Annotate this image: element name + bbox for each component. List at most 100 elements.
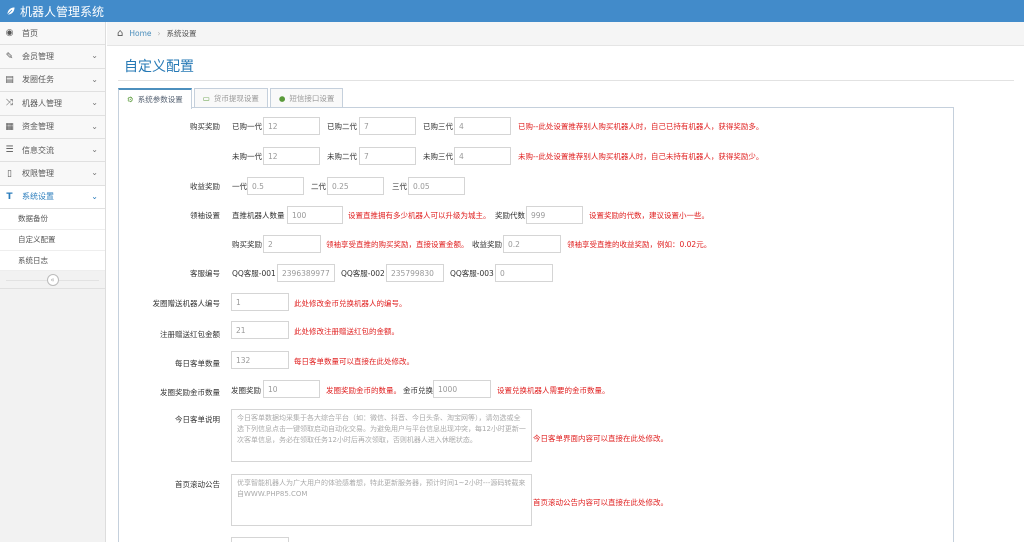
- unbought-gen3-input[interactable]: 4: [454, 147, 511, 165]
- leaf-icon: [6, 6, 16, 16]
- book-icon: ▤: [5, 74, 14, 85]
- daily-orders-input[interactable]: 132: [231, 351, 289, 369]
- service-1-input[interactable]: 2396389977: [277, 264, 335, 282]
- sidebar-item-label: 权限管理: [22, 169, 54, 179]
- coins-reward-input[interactable]: 10: [263, 380, 320, 398]
- dashboard-icon: ◉: [5, 28, 14, 39]
- file-icon: ▯: [7, 168, 12, 179]
- bought-gen1-label: 已购一代: [232, 122, 262, 131]
- sidebar-item-tasks[interactable]: ▤ 发圈任务 ⌄: [0, 68, 105, 93]
- chevron-down-icon: ⌄: [91, 144, 98, 154]
- tab-label: 货币提现设置: [213, 94, 259, 103]
- sidebar-subitem-backup[interactable]: 数据备份: [0, 209, 105, 230]
- coins-exchange-label: 金币兑换: [403, 386, 433, 395]
- leader-label: 领袖设置: [190, 211, 220, 220]
- sidebar-item-funds[interactable]: ▦ 资金管理 ⌄: [0, 115, 105, 139]
- service-1-label: QQ客服-001: [232, 269, 276, 278]
- leader-gen-note: 设置奖励的代数，建议设置小一些。: [589, 211, 709, 220]
- service-3-input[interactable]: 0: [495, 264, 553, 282]
- sidebar-item-permissions[interactable]: ▯ 权限管理 ⌄: [0, 162, 105, 186]
- tab-label: 系统参数设置: [137, 95, 183, 104]
- today-desc-note: 今日客单界面内容可以直接在此处修改。: [533, 434, 668, 443]
- collapse-icon[interactable]: «: [46, 273, 59, 286]
- purchase-reward-label: 购买奖励: [190, 122, 220, 131]
- tab-sms[interactable]: ● 短信接口设置: [269, 88, 344, 108]
- income-gen2-label: 二代: [311, 182, 326, 191]
- sidebar-item-label: 机器人管理: [22, 98, 62, 108]
- sidebar-subitem-system-log[interactable]: 系统日志: [0, 250, 105, 272]
- bought-gen2-label: 已购二代: [327, 122, 357, 131]
- unbought-gen1-input[interactable]: 12: [263, 147, 320, 165]
- chevron-down-icon: ⌄: [91, 191, 98, 201]
- tab-bar: ⚙ 系统参数设置 ▭ 货币提现设置 ● 短信接口设置: [118, 88, 345, 109]
- coins-reward-note: 发圈奖励金币的数量。: [326, 386, 401, 395]
- sidebar: ◉ 首页 ✎ 会员管理 ⌄ ▤ 发圈任务 ⌄ ⤨ 机器人管理 ⌄ ▦ 资金管理 …: [0, 22, 106, 542]
- service-2-input[interactable]: 235799830: [386, 264, 444, 282]
- notice-textarea[interactable]: 优享智能机器人为广大用户的体验感着想，特此更新服务器，预计时间1~2小时---源…: [231, 474, 532, 526]
- red-packet-input[interactable]: 21: [231, 321, 289, 339]
- next-field-input[interactable]: [231, 537, 289, 542]
- top-navbar: 机器人管理系统: [0, 0, 1024, 22]
- income-gen1-label: 一代: [232, 182, 247, 191]
- sidebar-item-label: 信息交流: [22, 145, 54, 155]
- leader-gen-label: 奖励代数: [495, 211, 525, 220]
- unbought-gen3-label: 未购三代: [423, 152, 453, 161]
- leader-buy-input[interactable]: 2: [263, 235, 321, 253]
- unbought-note: 未购--此处设置推荐别人购买机器人时，自己未持有机器人，获得奖励少。: [518, 152, 764, 161]
- service-2-label: QQ客服-002: [341, 269, 385, 278]
- home-icon: ⌂: [117, 28, 124, 39]
- bought-note: 已购--此处设置推荐别人购买机器人时，自己已持有机器人，获得奖励多。: [518, 122, 764, 131]
- edit-icon: ✎: [5, 51, 14, 62]
- sidebar-subitem-custom-config[interactable]: 自定义配置: [0, 229, 105, 251]
- breadcrumb: ⌂ Home › 系统设置: [107, 22, 1024, 46]
- leader-gen-input[interactable]: 999: [526, 206, 583, 224]
- sidebar-item-robots[interactable]: ⤨ 机器人管理 ⌄: [0, 92, 105, 116]
- chevron-down-icon: ⌄: [91, 121, 98, 131]
- gears-icon: ⚙: [127, 95, 134, 104]
- divider: [118, 80, 1014, 81]
- coins-exchange-note: 设置兑换机器人需要的金币数量。: [497, 386, 610, 395]
- bought-gen2-input[interactable]: 7: [359, 117, 416, 135]
- leader-inc-note: 领袖享受直推的收益奖励，例如：0.02元。: [567, 240, 712, 249]
- sidebar-item-settings[interactable]: T 系统设置 ⌄: [0, 185, 105, 210]
- income-gen3-input[interactable]: 0.05: [408, 177, 465, 195]
- gift-robot-input[interactable]: 1: [231, 293, 289, 311]
- leader-robots-label: 直推机器人数量: [232, 211, 285, 220]
- leader-robots-input[interactable]: 100: [287, 206, 343, 224]
- bought-gen3-input[interactable]: 4: [454, 117, 511, 135]
- sidebar-item-label: 会员管理: [22, 52, 54, 62]
- breadcrumb-home-link[interactable]: Home: [129, 29, 151, 38]
- red-packet-label: 注册赠送红包金额: [160, 330, 220, 339]
- tab-system-params[interactable]: ⚙ 系统参数设置: [118, 88, 192, 109]
- text-icon: T: [6, 191, 13, 202]
- leader-inc-input[interactable]: 0.2: [503, 235, 561, 253]
- app-title[interactable]: 机器人管理系统: [20, 3, 104, 20]
- sidebar-item-members[interactable]: ✎ 会员管理 ⌄: [0, 45, 105, 69]
- leader-buy-label: 购买奖励: [232, 240, 262, 249]
- income-gen1-input[interactable]: 0.5: [247, 177, 304, 195]
- user-icon: ●: [278, 94, 286, 103]
- chevron-down-icon: ⌄: [91, 74, 98, 84]
- chevron-down-icon: ⌄: [91, 51, 98, 61]
- sidebar-item-label: 资金管理: [22, 122, 54, 132]
- bought-gen3-label: 已购三代: [423, 122, 453, 131]
- bought-gen1-input[interactable]: 12: [263, 117, 320, 135]
- shuffle-icon: ⤨: [5, 98, 14, 109]
- credit-card-icon: ▭: [202, 94, 210, 103]
- today-desc-textarea[interactable]: 今日客单数据均采集于各大综合平台（如：微信、抖音、今日头条、淘宝网等），请勿选或…: [231, 409, 532, 462]
- coins-reward-label: 发圈奖励: [231, 386, 261, 395]
- chevron-down-icon: ⌄: [91, 168, 98, 178]
- coins-exchange-input[interactable]: 1000: [433, 380, 491, 398]
- tab-withdraw[interactable]: ▭ 货币提现设置: [193, 88, 268, 108]
- coins-label: 发圈奖励金币数量: [160, 388, 220, 397]
- sidebar-item-label: 系统设置: [22, 192, 54, 202]
- income-gen2-input[interactable]: 0.25: [327, 177, 384, 195]
- sidebar-item-home[interactable]: ◉ 首页: [0, 22, 105, 46]
- sidebar-item-messages[interactable]: ☰ 信息交流 ⌄: [0, 138, 105, 163]
- sidebar-item-label: 发圈任务: [22, 75, 54, 85]
- income-reward-label: 收益奖励: [190, 182, 220, 191]
- leader-inc-label: 收益奖励: [472, 240, 502, 249]
- gift-robot-note: 此处修改金币兑换机器人的编号。: [294, 299, 407, 308]
- unbought-gen2-input[interactable]: 7: [359, 147, 416, 165]
- income-gen3-label: 三代: [392, 182, 407, 191]
